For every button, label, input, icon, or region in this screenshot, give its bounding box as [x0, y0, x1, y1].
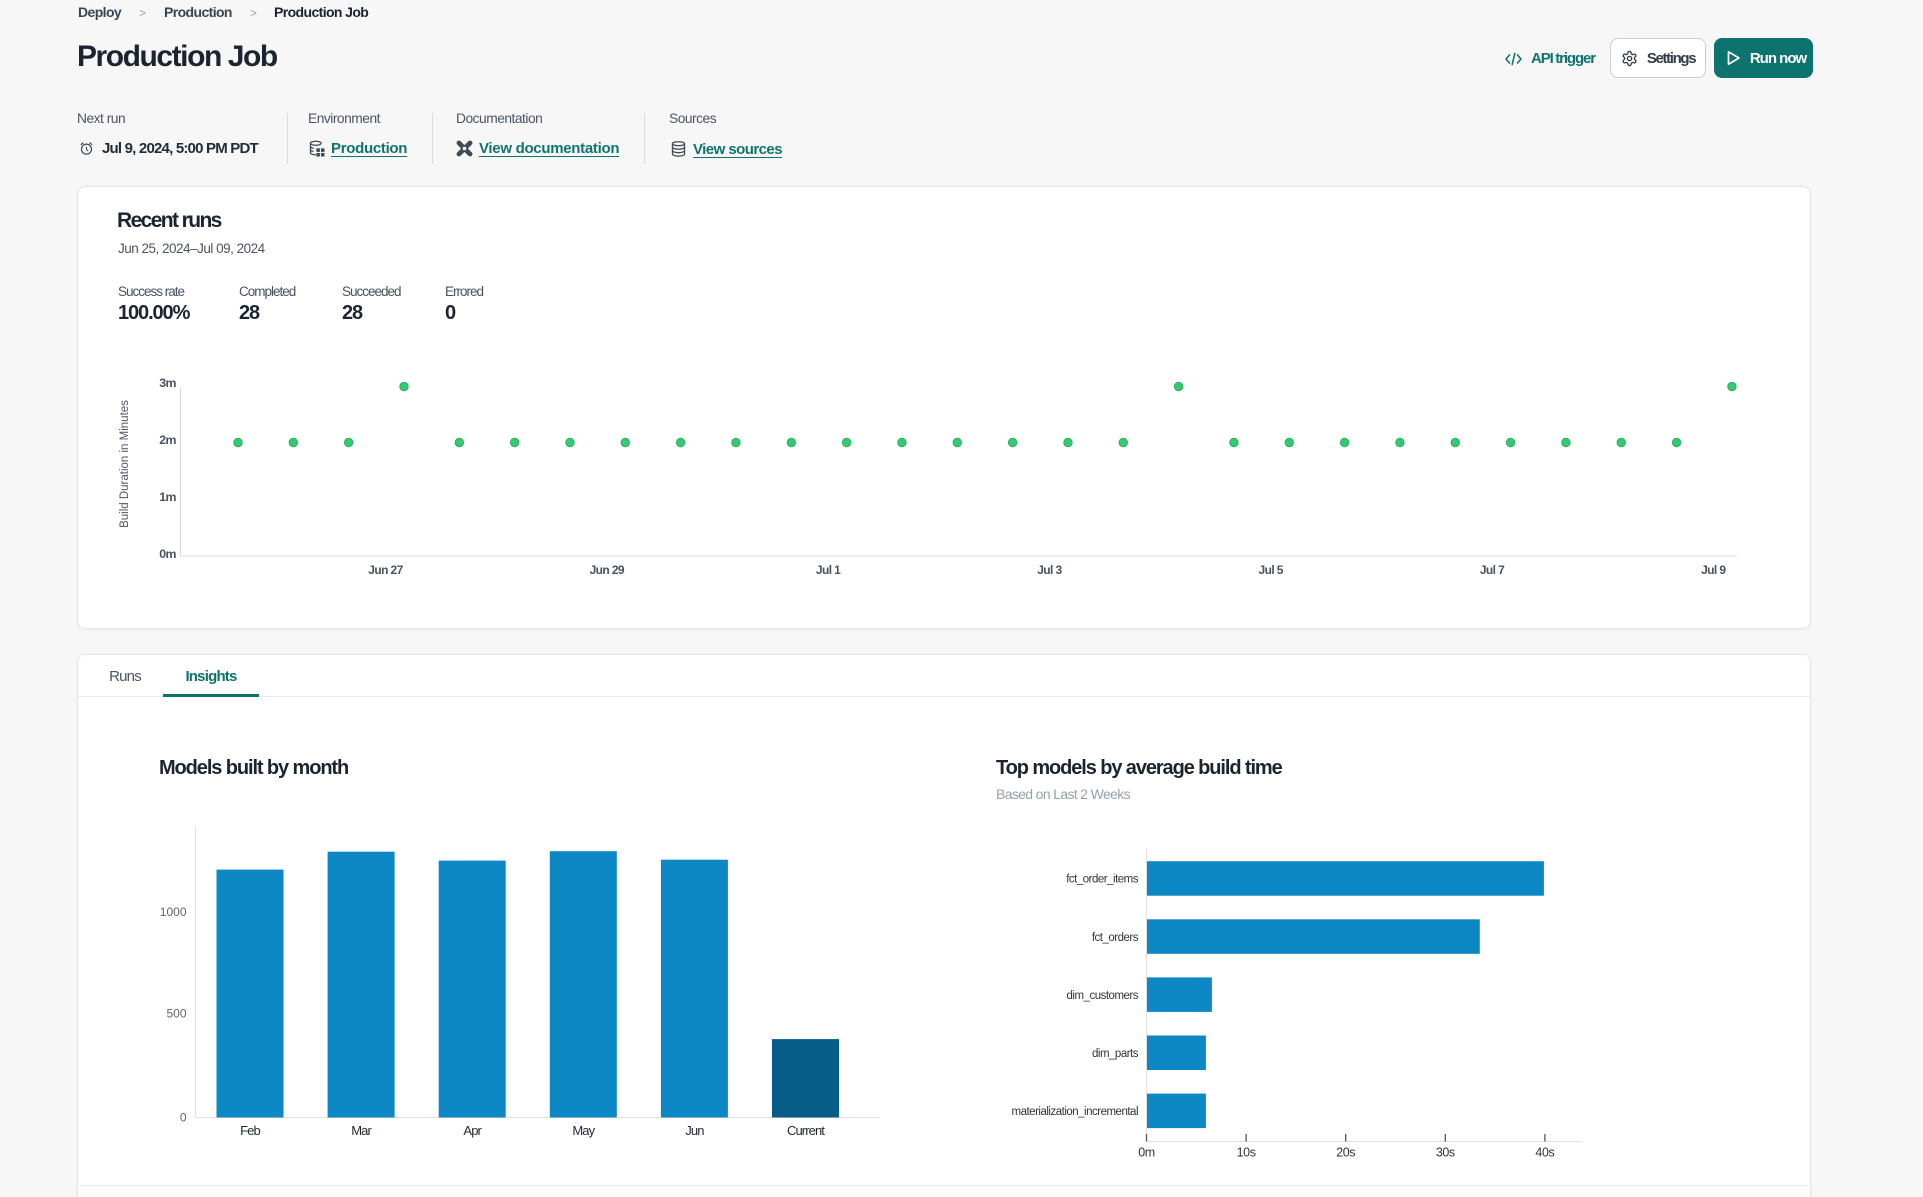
svg-text:0m: 0m: [1138, 1146, 1155, 1160]
svg-text:1m: 1m: [159, 490, 176, 504]
svg-text:Jul 5: Jul 5: [1259, 563, 1284, 577]
svg-text:0: 0: [180, 1111, 187, 1125]
svg-text:20s: 20s: [1336, 1146, 1355, 1160]
svg-text:Jun: Jun: [685, 1123, 704, 1138]
svg-text:Feb: Feb: [240, 1123, 260, 1138]
svg-text:1000: 1000: [160, 905, 187, 919]
svg-text:fct_orders: fct_orders: [1092, 932, 1139, 944]
svg-text:500: 500: [166, 1007, 186, 1021]
svg-text:2m: 2m: [159, 433, 176, 447]
svg-text:Build Duration in Minutes: Build Duration in Minutes: [119, 400, 131, 528]
svg-text:Current: Current: [787, 1123, 825, 1138]
svg-text:Jul 1: Jul 1: [816, 563, 841, 577]
svg-text:30s: 30s: [1436, 1146, 1455, 1160]
svg-text:dim_parts: dim_parts: [1092, 1048, 1139, 1060]
svg-text:Mar: Mar: [351, 1123, 372, 1138]
svg-text:dim_customers: dim_customers: [1067, 990, 1139, 1002]
svg-text:Jul 7: Jul 7: [1480, 563, 1505, 577]
svg-text:Jul 3: Jul 3: [1037, 563, 1062, 577]
svg-text:May: May: [572, 1123, 595, 1138]
svg-text:Jun 27: Jun 27: [368, 563, 403, 577]
svg-text:10s: 10s: [1237, 1146, 1256, 1160]
svg-text:Jun 29: Jun 29: [590, 563, 625, 577]
svg-text:Jul 9: Jul 9: [1701, 563, 1726, 577]
svg-text:fct_order_items: fct_order_items: [1066, 874, 1139, 886]
svg-text:3m: 3m: [159, 376, 176, 390]
svg-text:40s: 40s: [1535, 1146, 1554, 1160]
svg-text:0m: 0m: [159, 547, 176, 561]
svg-text:Apr: Apr: [463, 1123, 482, 1138]
svg-text:materialization_incremental: materialization_incremental: [1012, 1106, 1138, 1118]
